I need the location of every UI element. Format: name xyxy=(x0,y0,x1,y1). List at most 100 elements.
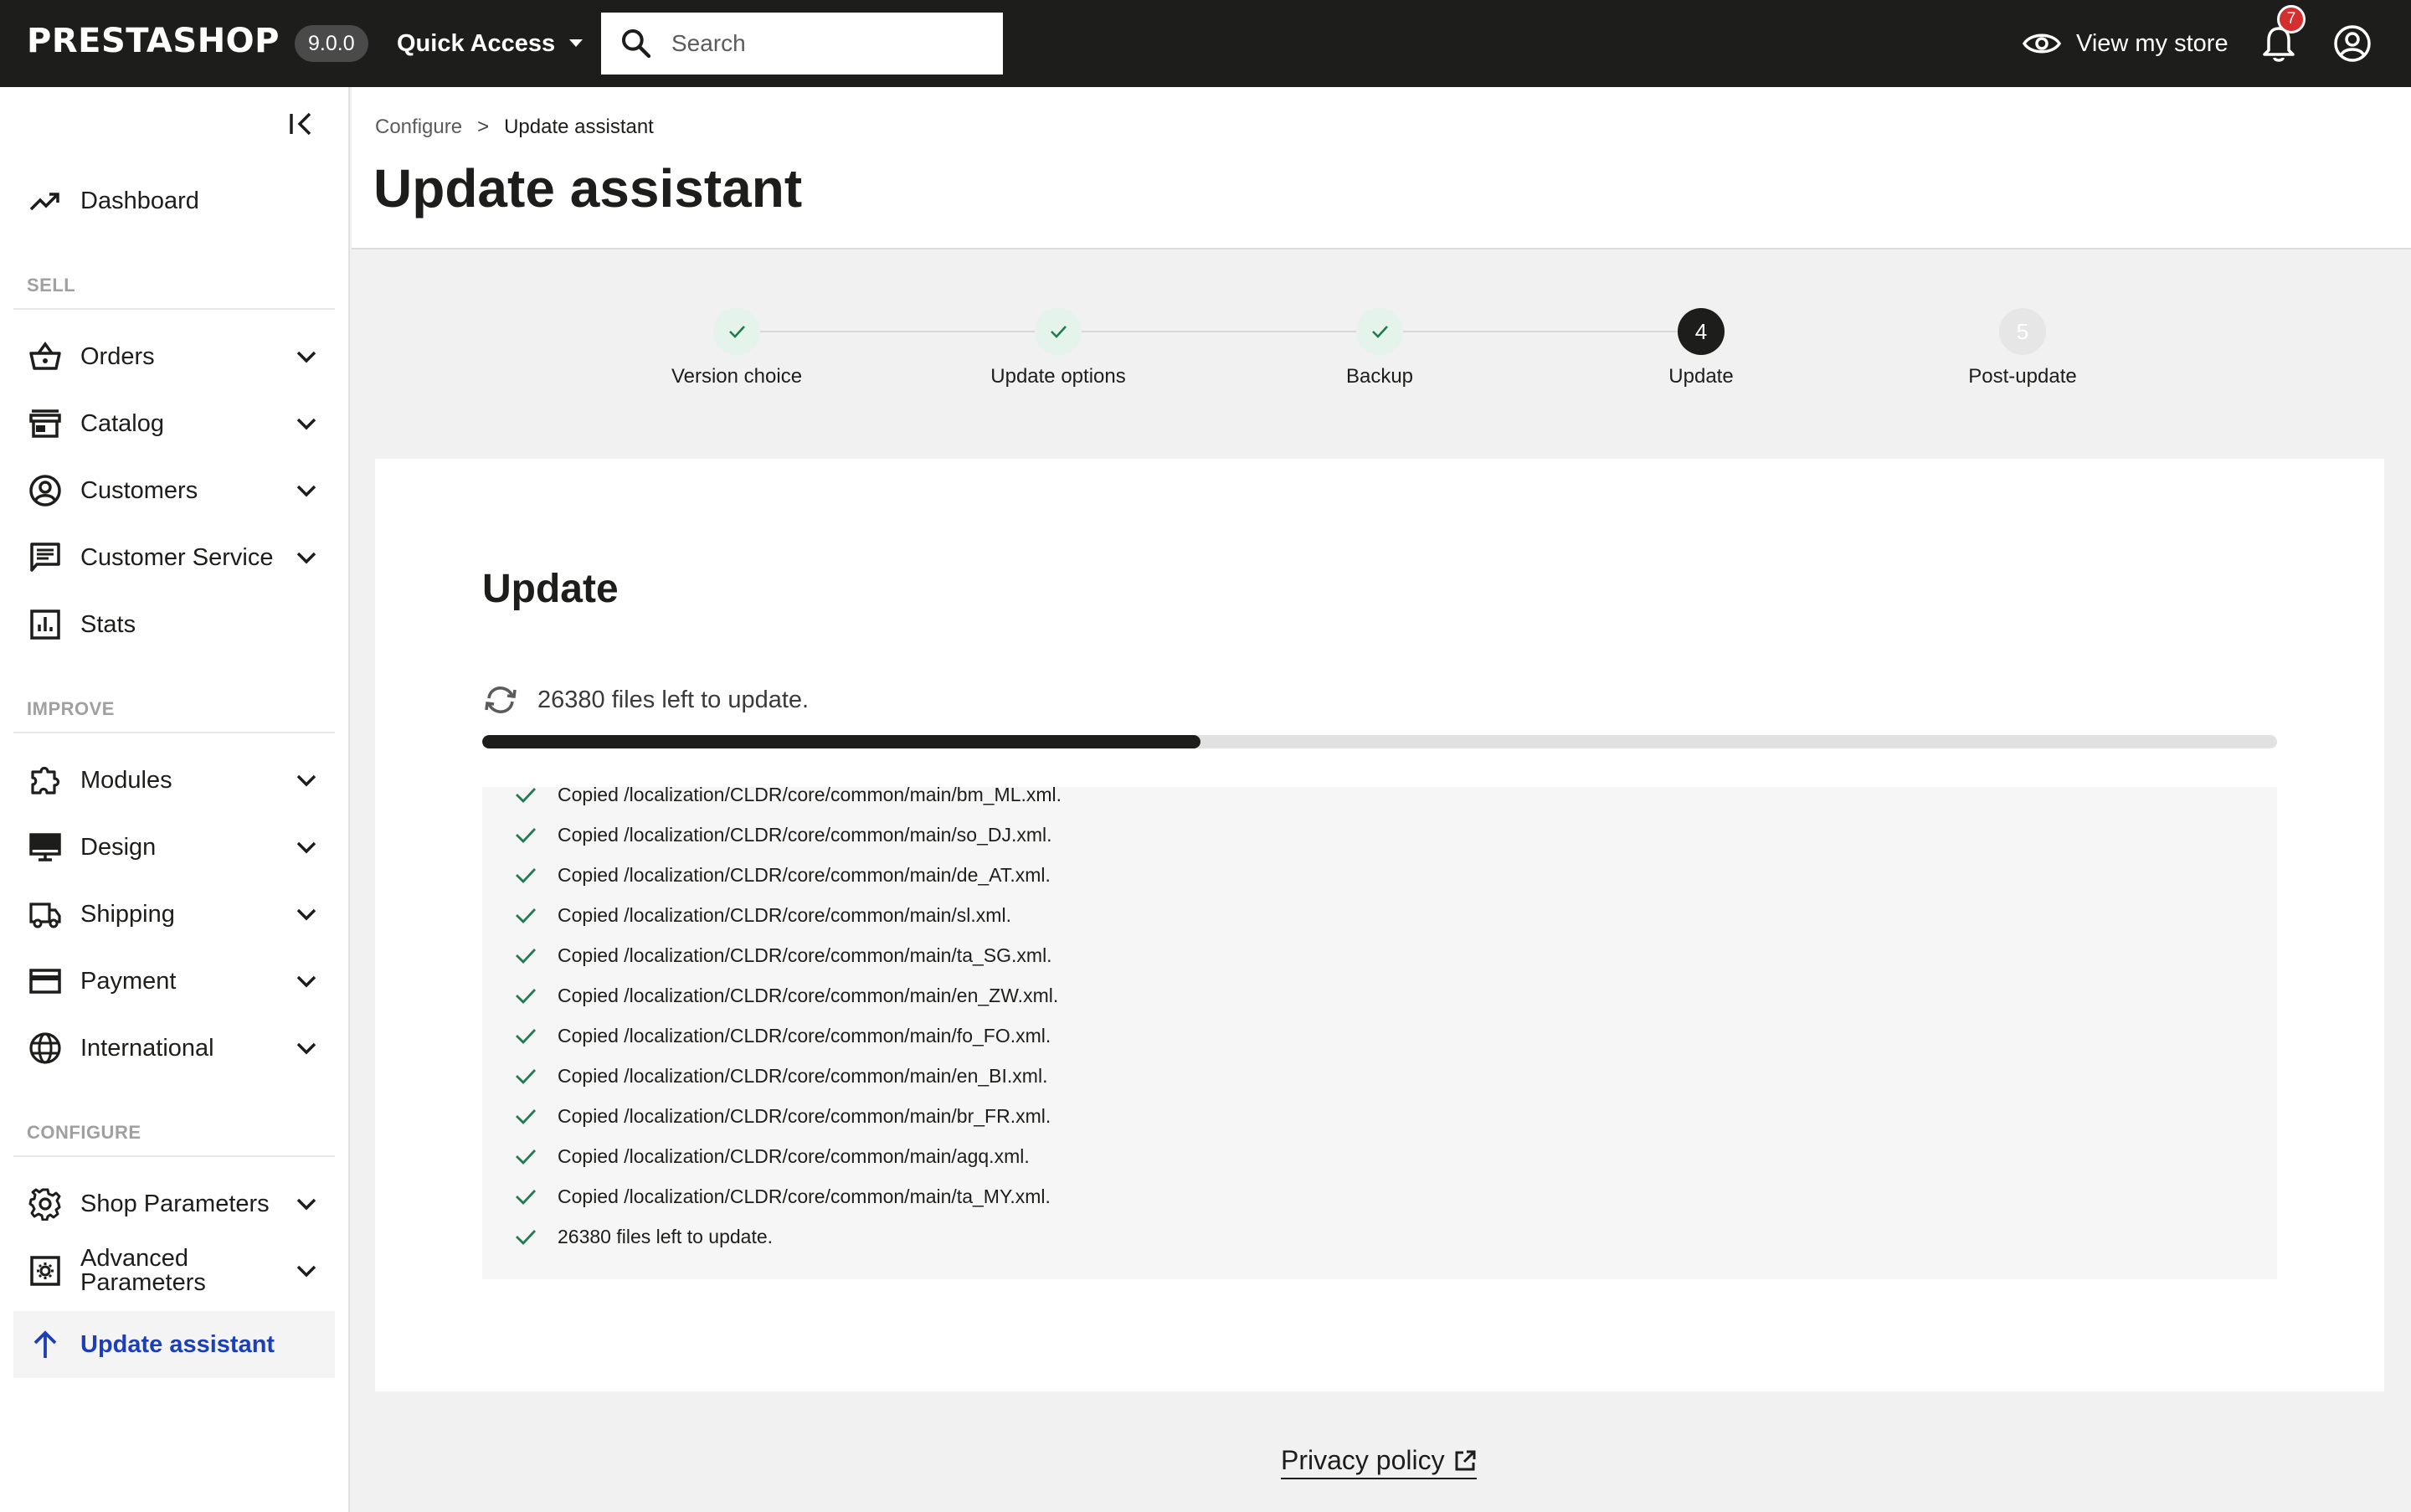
log-line: 26380 files left to update. xyxy=(514,1224,773,1249)
sidebar-item-international[interactable]: International xyxy=(13,1015,335,1082)
sidebar-item-stats[interactable]: Stats xyxy=(13,591,335,658)
log-line: Copied /localization/CLDR/core/common/ma… xyxy=(514,1063,1047,1088)
notification-count-badge: 7 xyxy=(2277,5,2306,33)
sidebar-item-label: Shipping xyxy=(80,900,175,928)
log-line-text: Copied /localization/CLDR/core/common/ma… xyxy=(558,1185,1051,1207)
settings-box-icon xyxy=(30,1256,60,1286)
stepper-connector-line xyxy=(737,331,1694,332)
sidebar-item-advanced-parameters[interactable]: Advanced Parameters xyxy=(13,1237,335,1304)
sidebar-item-label: Customer Service xyxy=(80,543,274,571)
sidebar-item-label: Stats xyxy=(80,610,136,638)
update-log[interactable]: Copied /localization/CLDR/core/common/ma… xyxy=(482,787,2277,1279)
log-line-text: 26380 files left to update. xyxy=(558,1225,774,1247)
log-line: Copied /localization/CLDR/core/common/ma… xyxy=(514,983,1058,1008)
sidebar-item-customers[interactable]: Customers xyxy=(13,457,335,524)
chevron-down-icon xyxy=(296,1042,316,1055)
sidebar-item-label-line2: Parameters xyxy=(80,1269,206,1296)
collapse-sidebar-icon[interactable] xyxy=(286,109,316,139)
log-line-text: Copied /localization/CLDR/core/common/ma… xyxy=(558,787,1062,805)
log-line: Copied /localization/CLDR/core/common/ma… xyxy=(514,943,1052,968)
chevron-down-icon xyxy=(296,774,316,787)
check-icon xyxy=(516,989,537,1005)
log-line: Copied /localization/CLDR/core/common/ma… xyxy=(514,1103,1051,1129)
log-line: Copied /localization/CLDR/core/common/ma… xyxy=(514,1023,1051,1048)
step-5-number: 5 xyxy=(1999,308,2046,355)
privacy-policy-link[interactable]: Privacy policy xyxy=(1281,1445,1477,1479)
page-header: Configure > Update assistant Update assi… xyxy=(352,87,2411,249)
breadcrumb-separator: > xyxy=(477,116,490,138)
log-line: Copied /localization/CLDR/core/common/ma… xyxy=(514,903,1011,928)
breadcrumb: Configure > Update assistant xyxy=(375,116,654,139)
sidebar-item-modules[interactable]: Modules xyxy=(13,747,335,814)
sidebar-item-shop-parameters[interactable]: Shop Parameters xyxy=(13,1170,335,1237)
sidebar-item-update-assistant[interactable]: Update assistant xyxy=(13,1311,335,1378)
step-4-number: 4 xyxy=(1678,308,1725,355)
customer-icon xyxy=(29,475,61,507)
sidebar-item-label: Payment xyxy=(80,967,177,995)
view-my-store-link[interactable]: View my store xyxy=(2023,23,2229,64)
search-icon[interactable] xyxy=(619,27,653,60)
credit-card-icon xyxy=(29,969,61,994)
search-field[interactable] xyxy=(601,13,1003,75)
sidebar-item-label: International xyxy=(80,1034,214,1062)
log-line: Copied /localization/CLDR/core/common/ma… xyxy=(514,862,1051,887)
quick-access-dropdown[interactable]: Quick Access xyxy=(397,25,583,62)
eye-icon xyxy=(2023,33,2061,54)
prestashop-logo[interactable]: PRESTASHOP xyxy=(27,22,280,60)
update-progress-fill xyxy=(482,735,1200,748)
section-divider xyxy=(13,308,335,310)
log-line-text: Copied /localization/CLDR/core/common/ma… xyxy=(558,903,1011,926)
sidebar-item-orders[interactable]: Orders xyxy=(13,323,335,390)
trending-up-icon xyxy=(29,193,59,211)
chevron-down-icon xyxy=(296,975,316,988)
update-card: Update 26380 files left to update. Copie… xyxy=(375,459,2384,1391)
breadcrumb-configure-link[interactable]: Configure xyxy=(375,116,462,139)
chevron-down-icon xyxy=(296,418,316,430)
log-line-text: Copied /localization/CLDR/core/common/ma… xyxy=(558,1064,1048,1087)
log-line-text: Copied /localization/CLDR/core/common/ma… xyxy=(558,984,1059,1006)
log-line: Copied /localization/CLDR/core/common/ma… xyxy=(514,1184,1051,1209)
check-icon xyxy=(516,1029,537,1045)
puzzle-icon xyxy=(31,766,60,795)
account-avatar-icon[interactable] xyxy=(2332,23,2372,64)
check-icon xyxy=(516,828,537,844)
step-label: Update xyxy=(1668,365,1734,388)
chat-icon xyxy=(30,543,60,572)
refresh-spinner-icon xyxy=(485,687,517,713)
chevron-down-icon xyxy=(296,552,316,564)
check-icon xyxy=(516,949,537,964)
section-title-sell: SELL xyxy=(27,275,76,296)
sidebar-item-shipping[interactable]: Shipping xyxy=(13,881,335,948)
gear-icon xyxy=(28,1188,61,1221)
log-line: Copied /localization/CLDR/core/common/ma… xyxy=(514,822,1052,847)
log-line-text: Copied /localization/CLDR/core/common/ma… xyxy=(558,1104,1051,1127)
check-icon xyxy=(516,1190,537,1206)
step-3-check-icon xyxy=(1356,308,1403,355)
step-label: Backup xyxy=(1345,365,1414,388)
globe-icon xyxy=(29,1032,61,1064)
basket-icon xyxy=(29,342,61,370)
sidebar-item-dashboard[interactable]: Dashboard xyxy=(13,167,335,234)
section-title-configure: CONFIGURE xyxy=(27,1122,141,1143)
sidebar-item-catalog[interactable]: Catalog xyxy=(13,390,335,457)
sidebar-item-customer-service[interactable]: Customer Service xyxy=(13,524,335,591)
check-icon xyxy=(516,1069,537,1085)
sidebar-item-payment[interactable]: Payment xyxy=(13,948,335,1015)
quick-access-label: Quick Access xyxy=(397,29,556,57)
step-label: Update options xyxy=(990,365,1126,388)
files-left-status: 26380 files left to update. xyxy=(537,686,810,713)
section-divider xyxy=(13,1155,335,1157)
step-1-check-icon xyxy=(713,308,760,355)
log-line: Copied /localization/CLDR/core/common/ma… xyxy=(514,787,1062,807)
sidebar-item-label: Advanced Parameters xyxy=(80,1247,206,1295)
store-icon xyxy=(29,409,61,438)
chevron-down-icon xyxy=(296,908,316,921)
log-line: Copied /localization/CLDR/core/common/ma… xyxy=(514,1144,1030,1169)
sidebar-item-design[interactable]: Design xyxy=(13,814,335,881)
step-label: Post-update xyxy=(1968,365,2077,388)
check-icon xyxy=(516,908,537,924)
check-icon xyxy=(516,1230,537,1246)
privacy-policy-label: Privacy policy xyxy=(1281,1445,1445,1475)
chevron-down-icon xyxy=(296,351,316,363)
search-input[interactable] xyxy=(671,30,973,57)
